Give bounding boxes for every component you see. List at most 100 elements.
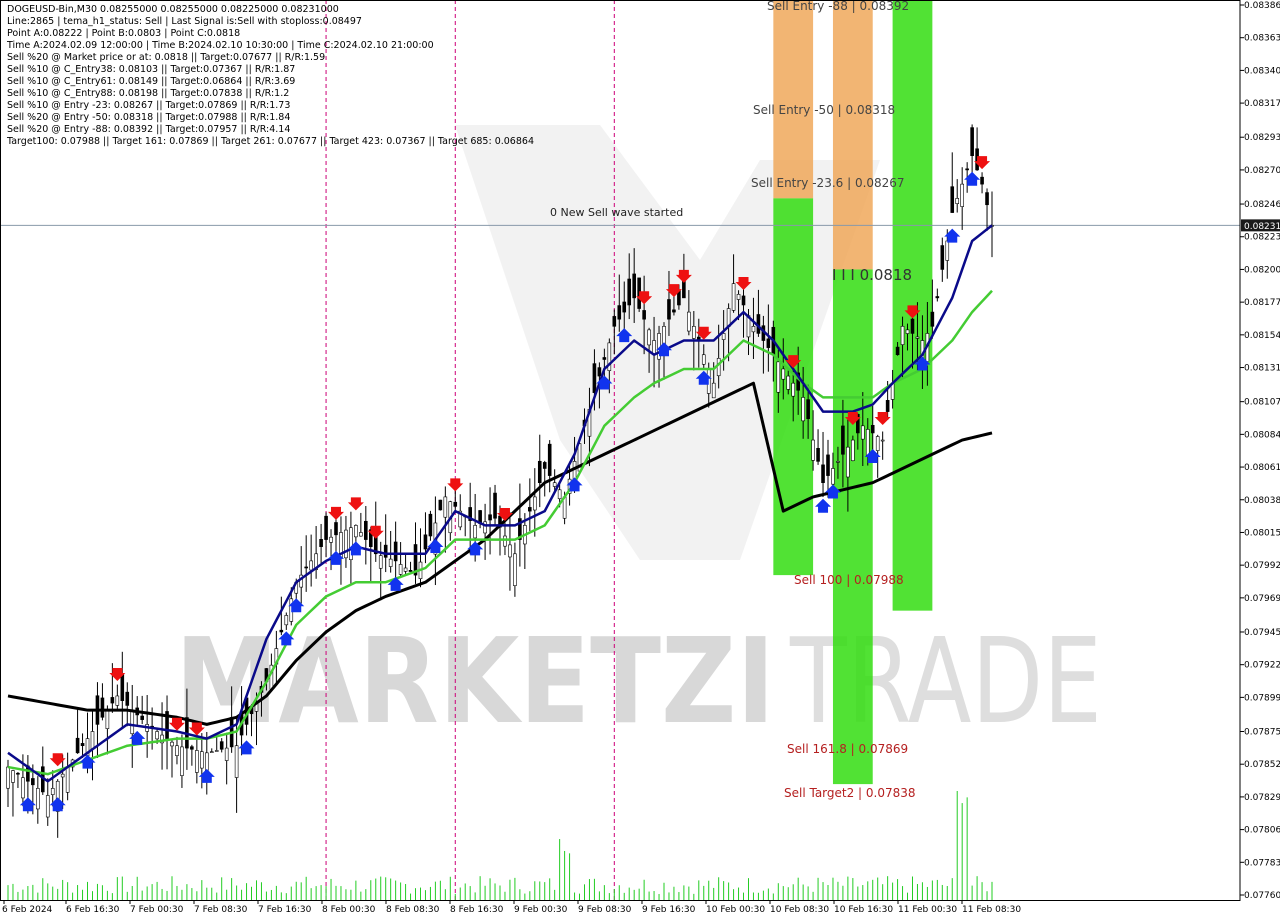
y-tick-label: 0.07992	[1244, 561, 1280, 571]
candle-body	[140, 715, 144, 720]
y-tick-label: 0.08038	[1244, 496, 1280, 506]
candle-body	[776, 361, 781, 393]
candle-body	[846, 446, 850, 478]
candle-body	[473, 525, 477, 539]
y-tick-label: 0.07760	[1244, 891, 1280, 901]
x-tick-label: 7 Feb 16:30	[258, 905, 312, 915]
candle-body	[234, 745, 239, 778]
candle-body	[622, 301, 627, 313]
candle-body	[408, 570, 413, 572]
label-new-sell-wave: 0 New Sell wave started	[550, 206, 683, 219]
candle-body	[915, 336, 920, 339]
candle-body	[711, 382, 716, 399]
candle-body	[443, 496, 448, 518]
candle-body	[721, 333, 726, 340]
candle-body	[672, 309, 676, 313]
y-tick-label: 0.07806	[1244, 826, 1280, 836]
sell-arrow-icon	[874, 412, 891, 426]
info-line: Target100: 0.07988 || Target 161: 0.0786…	[7, 136, 534, 147]
candle-body	[940, 245, 945, 270]
info-line: Line:2865 | tema_h1_status: Sell | Last …	[7, 16, 362, 27]
x-tick-label: 10 Feb 00:30	[706, 905, 765, 915]
info-line: Sell %20 @ Entry -50: 0.08318 || Target:…	[7, 112, 291, 123]
candle-body	[537, 460, 542, 483]
y-tick-label: 0.08270	[1244, 166, 1280, 176]
y-tick-label: 0.07969	[1244, 594, 1280, 604]
candle-body	[552, 482, 557, 487]
candle-body	[905, 329, 910, 334]
candle-body	[398, 564, 403, 575]
candle-body	[508, 544, 512, 558]
info-line: Sell %20 @ Entry -88: 0.08392 || Target:…	[7, 124, 291, 135]
candle-body	[801, 397, 805, 422]
candle-body	[438, 499, 443, 511]
current-price-label: 0.08231	[1244, 222, 1280, 232]
y-tick-label: 0.08386	[1244, 1, 1280, 11]
candle-body	[632, 273, 636, 299]
candle-body	[930, 311, 935, 327]
info-line: Sell %10 @ Entry -23: 0.08267 || Target:…	[7, 100, 291, 111]
candle-body	[90, 731, 95, 750]
x-tick-label: 8 Feb 16:30	[450, 905, 504, 915]
candle-body	[65, 766, 70, 793]
candle-body	[309, 560, 313, 571]
buy-arrow-icon	[427, 538, 444, 553]
candle-body	[870, 424, 875, 434]
y-tick-label: 0.07829	[1244, 793, 1280, 803]
candle-body	[791, 382, 796, 397]
x-tick-label: 6 Feb 2024	[2, 905, 53, 915]
info-line: Sell %10 @ C_Entry38: 0.08103 || Target:…	[7, 64, 296, 75]
candle-body	[378, 555, 383, 569]
candle-body	[359, 532, 363, 537]
y-tick-label: 0.08223	[1244, 233, 1280, 243]
candle-body	[885, 400, 890, 412]
y-tick-label: 0.08061	[1244, 463, 1280, 473]
candle-body	[557, 489, 562, 500]
candle-body	[980, 176, 984, 185]
candle-body	[945, 240, 950, 261]
y-tick-label: 0.08317	[1244, 99, 1280, 109]
candle-body	[45, 795, 50, 818]
y-tick-label: 0.08131	[1244, 364, 1280, 374]
y-tick-label: 0.08107	[1244, 398, 1280, 408]
candle-body	[811, 439, 815, 461]
candle-body	[195, 750, 199, 773]
candle-body	[513, 553, 517, 586]
candle-body	[11, 770, 15, 783]
candle-body	[955, 198, 960, 204]
candle-body	[209, 751, 214, 753]
candle-body	[324, 515, 328, 540]
candle-body	[781, 368, 786, 380]
chart-area[interactable]: MARKETZI TRADE Sell Entry -88 | 0.08392 Sel…	[0, 0, 1240, 900]
candle-body	[831, 468, 835, 485]
zone-orange	[832, 0, 873, 270]
info-line: Time A:2024.02.09 12:00:00 | Time B:2024…	[7, 40, 434, 51]
label-sell-entry-23: Sell Entry -23.6 | 0.08267	[751, 176, 905, 190]
candle-body	[21, 777, 25, 799]
label-sell-entry-50: Sell Entry -50 | 0.08318	[753, 103, 895, 117]
buy-arrow-icon	[198, 768, 215, 783]
info-line: Sell %10 @ C_Entry61: 0.08149 || Target:…	[7, 76, 296, 87]
candle-body	[175, 745, 179, 756]
x-tick-label: 10 Feb 16:30	[834, 905, 893, 915]
candle-body	[105, 709, 110, 729]
candle-body	[528, 507, 532, 512]
candle-body	[423, 534, 428, 550]
label-point-c: I I I 0.0818	[832, 266, 912, 284]
candle-body	[786, 375, 791, 390]
candle-body	[36, 788, 40, 810]
y-tick-label: 0.08084	[1244, 430, 1280, 440]
buy-arrow-icon	[387, 576, 404, 591]
y-tick-label: 0.07875	[1244, 728, 1280, 738]
candle-body	[736, 294, 741, 300]
candle-body	[503, 535, 507, 547]
sell-arrow-icon	[347, 497, 364, 511]
y-tick-label: 0.07783	[1244, 858, 1280, 868]
label-sell-target2: Sell Target2 | 0.07838	[784, 786, 916, 800]
candle-body	[900, 326, 905, 345]
candle-body	[80, 743, 85, 747]
candle-body	[125, 691, 130, 706]
candle-body	[692, 326, 696, 339]
x-tick-label: 9 Feb 08:30	[578, 905, 632, 915]
candle-body	[488, 514, 492, 521]
